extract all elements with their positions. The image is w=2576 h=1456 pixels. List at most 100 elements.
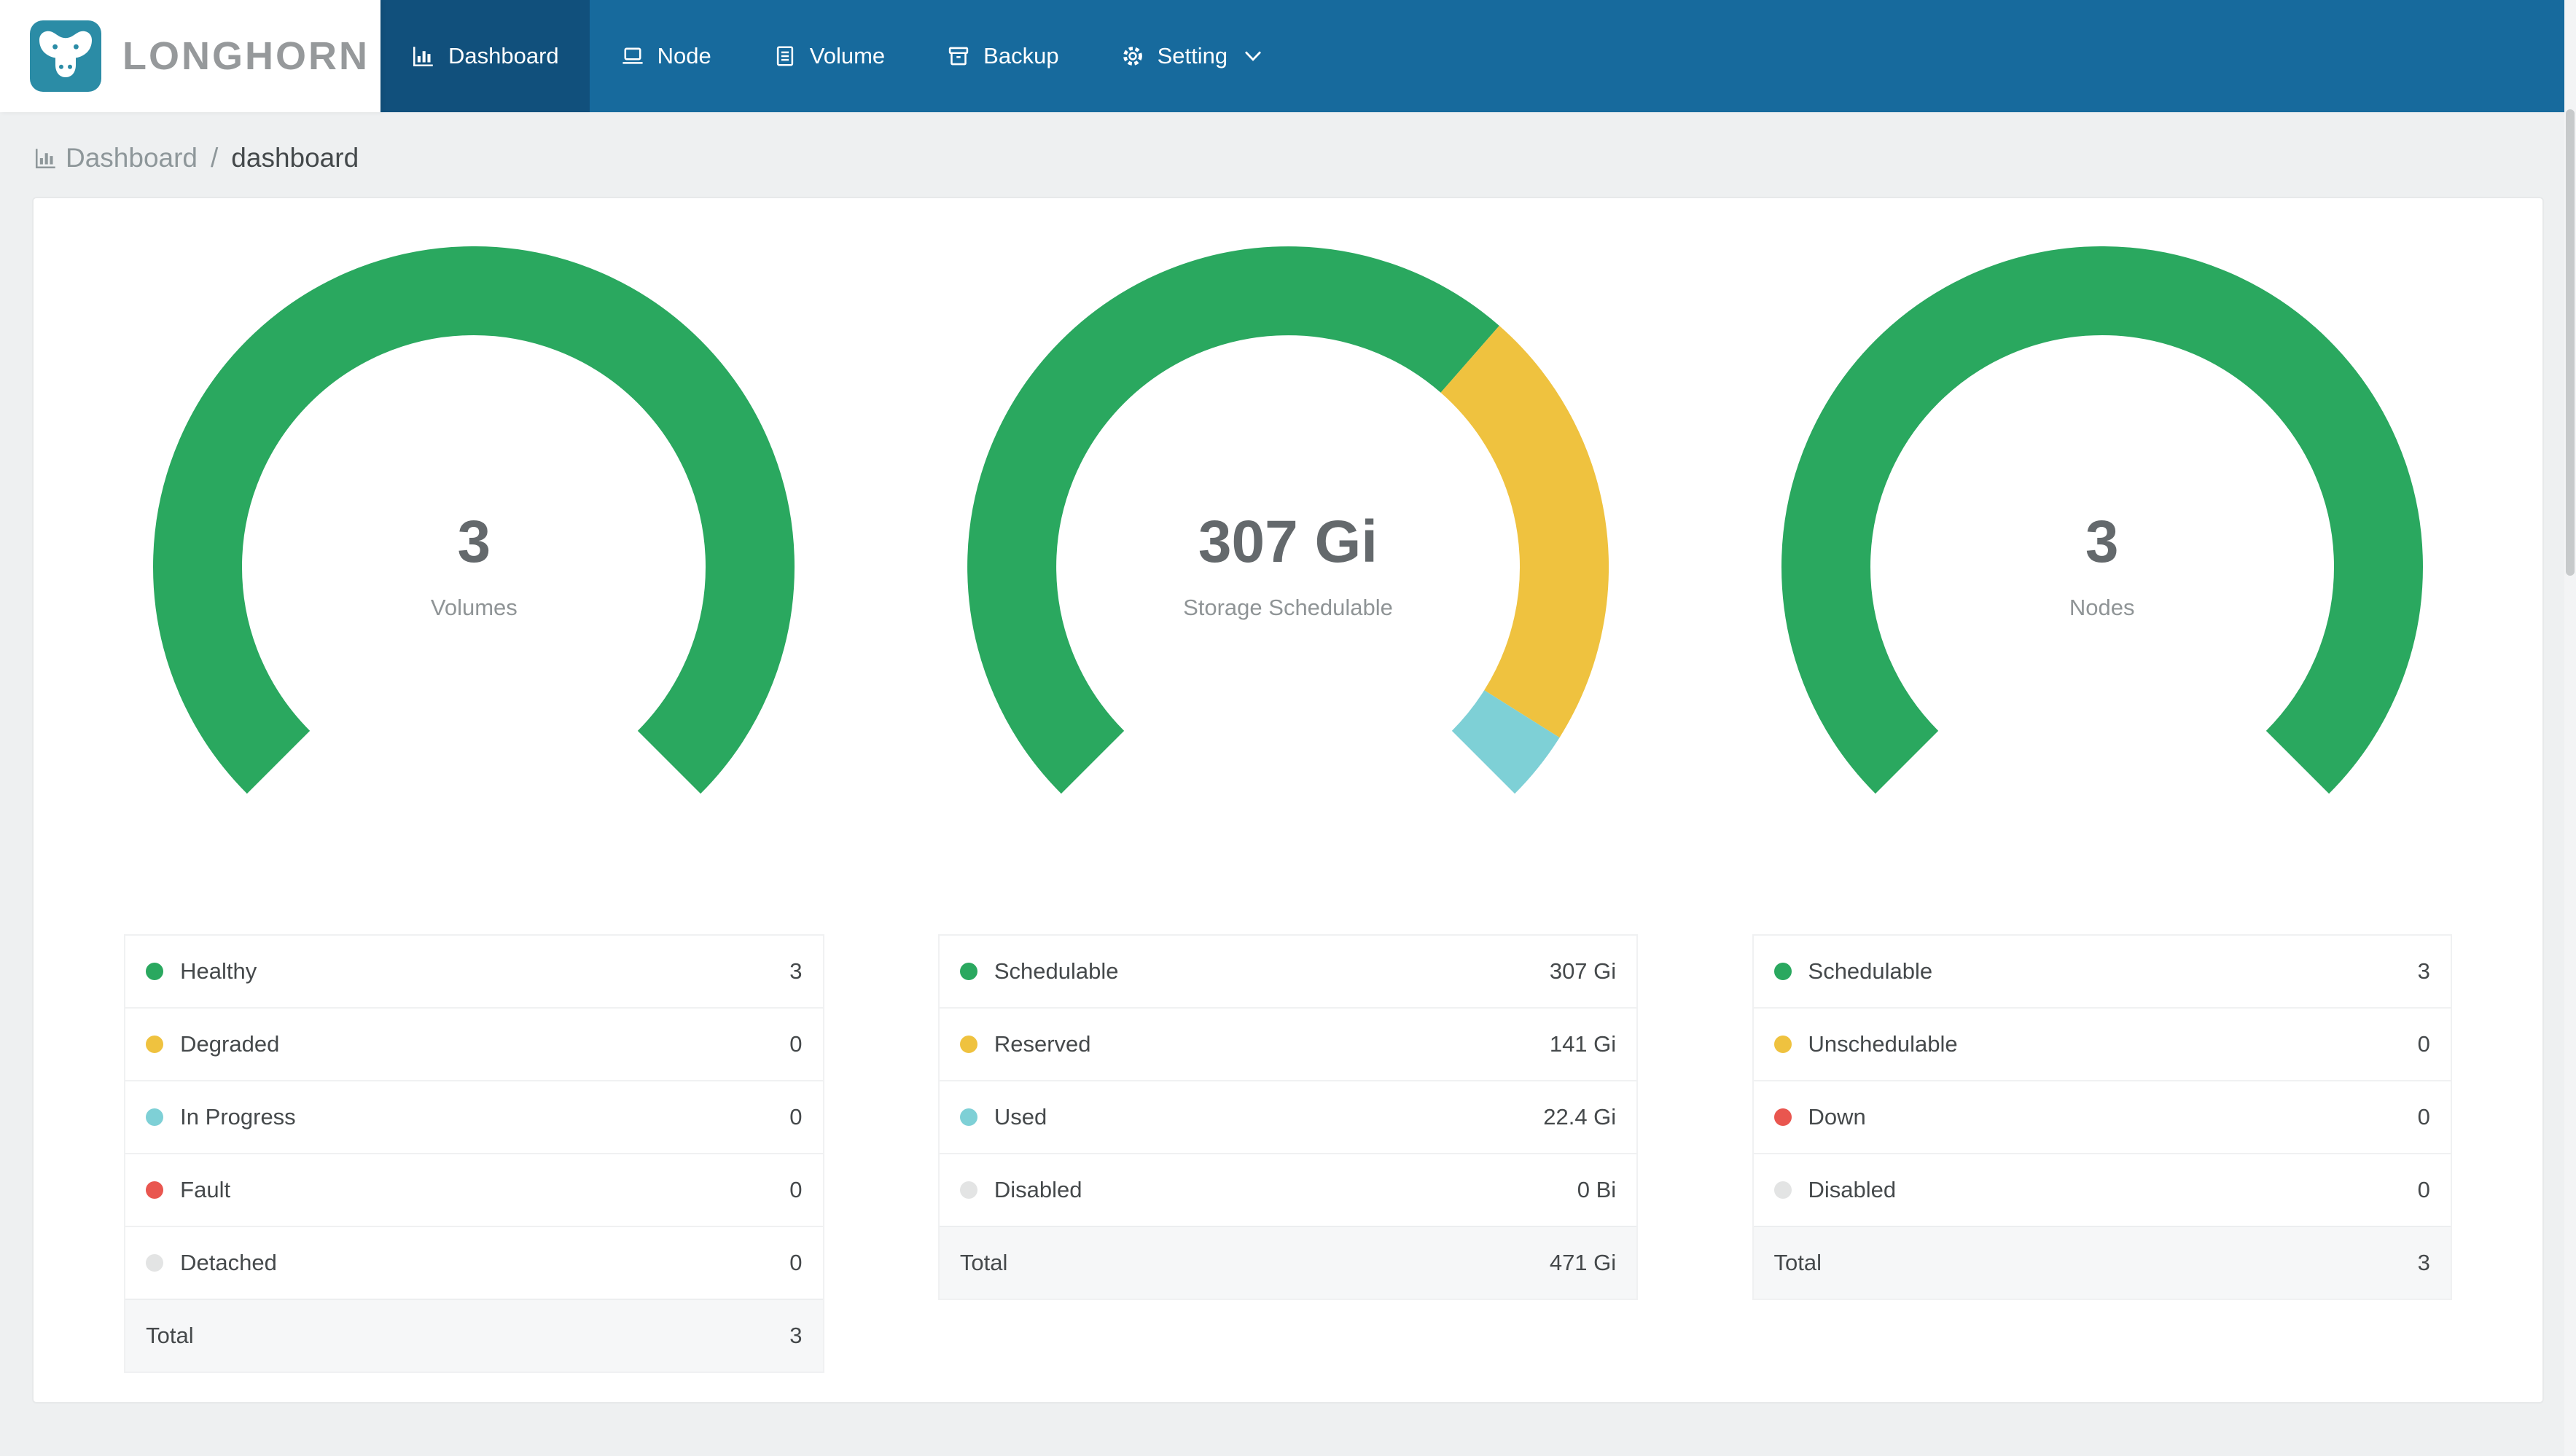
status-dot <box>146 1254 164 1272</box>
longhorn-bull-icon <box>28 18 104 94</box>
gauge-segment <box>1781 246 2423 794</box>
status-dot <box>1773 963 1792 980</box>
legend-total-row: Total 3 <box>125 1299 823 1371</box>
legend-label: Detached <box>180 1250 277 1275</box>
setting-icon <box>1123 47 1142 66</box>
legend-value: 0 <box>2417 1031 2430 1057</box>
dashboard-icon <box>413 47 433 67</box>
nav-item-node[interactable]: Node <box>590 0 742 112</box>
total-label: Total <box>1773 1250 1822 1275</box>
nav-label: Setting <box>1157 43 1228 69</box>
legend-label: Healthy <box>180 958 257 984</box>
nav-item-dashboard[interactable]: Dashboard <box>380 0 590 112</box>
volumes-panel: 3 Volumes Healthy 3 Degraded 0 In Progress 0 F… <box>67 246 881 1373</box>
total-label: Total <box>146 1323 194 1348</box>
status-dot <box>1773 1181 1792 1199</box>
legend-row: Healthy 3 <box>125 934 823 1007</box>
nav-item-volume[interactable]: Volume <box>742 0 916 112</box>
gauge-segment <box>1451 689 1560 794</box>
nodes-legend: Schedulable 3 Unschedulable 0 Down 0 Disabled 0… <box>1752 934 2452 1300</box>
app-header: LONGHORN Dashboard Node Volume Backup Se… <box>0 0 2576 112</box>
volumes-gauge: 3 Volumes <box>153 246 795 888</box>
status-dot <box>1773 1036 1792 1053</box>
legend-label: Reserved <box>994 1031 1091 1057</box>
scrollbar-thumb[interactable] <box>2566 109 2575 576</box>
legend-value: 3 <box>2417 958 2430 984</box>
status-dot <box>1773 1108 1792 1126</box>
volume-icon <box>776 46 793 66</box>
legend-total-row: Total 471 Gi <box>939 1226 1637 1299</box>
legend-row: Schedulable 3 <box>1753 934 2451 1007</box>
gauge-chart <box>1781 246 2423 794</box>
status-dot <box>146 1108 164 1126</box>
legend-value: 307 Gi <box>1549 958 1617 984</box>
scrollbar-track[interactable] <box>2564 0 2576 1456</box>
legend-label: In Progress <box>180 1104 296 1130</box>
gauge-chart <box>153 246 795 794</box>
legend-value: 0 <box>789 1250 803 1275</box>
dashboard-card: 3 Volumes Healthy 3 Degraded 0 In Progress 0 F… <box>32 197 2544 1404</box>
status-dot <box>959 1181 977 1199</box>
dashboard-icon <box>35 149 55 169</box>
legend-row: Unschedulable 0 <box>1753 1007 2451 1080</box>
breadcrumb-page: dashboard <box>231 143 359 173</box>
status-dot <box>959 1108 977 1126</box>
status-dot <box>959 1036 977 1053</box>
legend-row: In Progress 0 <box>125 1080 823 1153</box>
nav-item-backup[interactable]: Backup <box>916 0 1089 112</box>
main-nav: Dashboard Node Volume Backup Setting <box>380 0 2576 112</box>
logo-text: LONGHORN <box>122 34 370 78</box>
gauge-segment <box>967 246 1499 794</box>
breadcrumb-section[interactable]: Dashboard <box>66 143 198 173</box>
nav-label: Dashboard <box>448 43 559 69</box>
legend-row: Disabled 0 Bi <box>939 1153 1637 1226</box>
gauge-chart <box>967 246 1609 794</box>
legend-label: Down <box>1808 1104 1866 1130</box>
legend-label: Disabled <box>994 1177 1082 1202</box>
legend-row: Used 22.4 Gi <box>939 1080 1637 1153</box>
legend-value: 0 <box>2417 1177 2430 1202</box>
node-icon <box>622 47 643 64</box>
legend-label: Unschedulable <box>1808 1031 1958 1057</box>
legend-value: 0 <box>789 1104 803 1130</box>
nav-item-setting[interactable]: Setting <box>1090 0 1293 112</box>
legend-value: 0 <box>789 1177 803 1202</box>
breadcrumb: Dashboard / dashboard <box>0 112 2576 197</box>
legend-row: Detached 0 <box>125 1226 823 1299</box>
total-value: 3 <box>2417 1250 2430 1275</box>
nav-label: Backup <box>983 43 1059 69</box>
nav-label: Volume <box>809 43 886 69</box>
legend-value: 3 <box>789 958 803 984</box>
status-dot <box>146 963 164 980</box>
nodes-panel: 3 Nodes Schedulable 3 Unschedulable 0 Down 0 D… <box>1695 246 2509 1300</box>
nav-label: Node <box>657 43 711 69</box>
logo[interactable]: LONGHORN <box>0 0 380 112</box>
legend-value: 141 Gi <box>1549 1031 1617 1057</box>
volumes-legend: Healthy 3 Degraded 0 In Progress 0 Fault 0 Detac… <box>124 934 824 1373</box>
total-value: 3 <box>789 1323 803 1348</box>
storage-legend: Schedulable 307 Gi Reserved 141 Gi Used 22.4 … <box>937 934 1639 1300</box>
gauge-segment <box>153 246 795 794</box>
legend-total-row: Total 3 <box>1753 1226 2451 1299</box>
breadcrumb-separator: / <box>211 143 219 173</box>
total-value: 471 Gi <box>1549 1250 1617 1275</box>
legend-row: Schedulable 307 Gi <box>939 934 1637 1007</box>
legend-row: Disabled 0 <box>1753 1153 2451 1226</box>
legend-label: Disabled <box>1808 1177 1897 1202</box>
chevron-down-icon <box>1245 51 1262 61</box>
legend-label: Fault <box>180 1177 231 1202</box>
legend-value: 22.4 Gi <box>1543 1104 1617 1130</box>
legend-label: Schedulable <box>1808 958 1933 984</box>
legend-row: Degraded 0 <box>125 1007 823 1080</box>
legend-label: Used <box>994 1104 1047 1130</box>
legend-value: 0 <box>2417 1104 2430 1130</box>
legend-value: 0 Bi <box>1577 1177 1617 1202</box>
legend-value: 0 <box>789 1031 803 1057</box>
gauge-segment <box>1440 326 1609 738</box>
nodes-gauge: 3 Nodes <box>1781 246 2423 888</box>
legend-row: Down 0 <box>1753 1080 2451 1153</box>
status-dot <box>146 1181 164 1199</box>
status-dot <box>959 963 977 980</box>
total-label: Total <box>959 1250 1008 1275</box>
storage-panel: 307 Gi Storage Schedulable Schedulable 30… <box>881 246 1695 1300</box>
